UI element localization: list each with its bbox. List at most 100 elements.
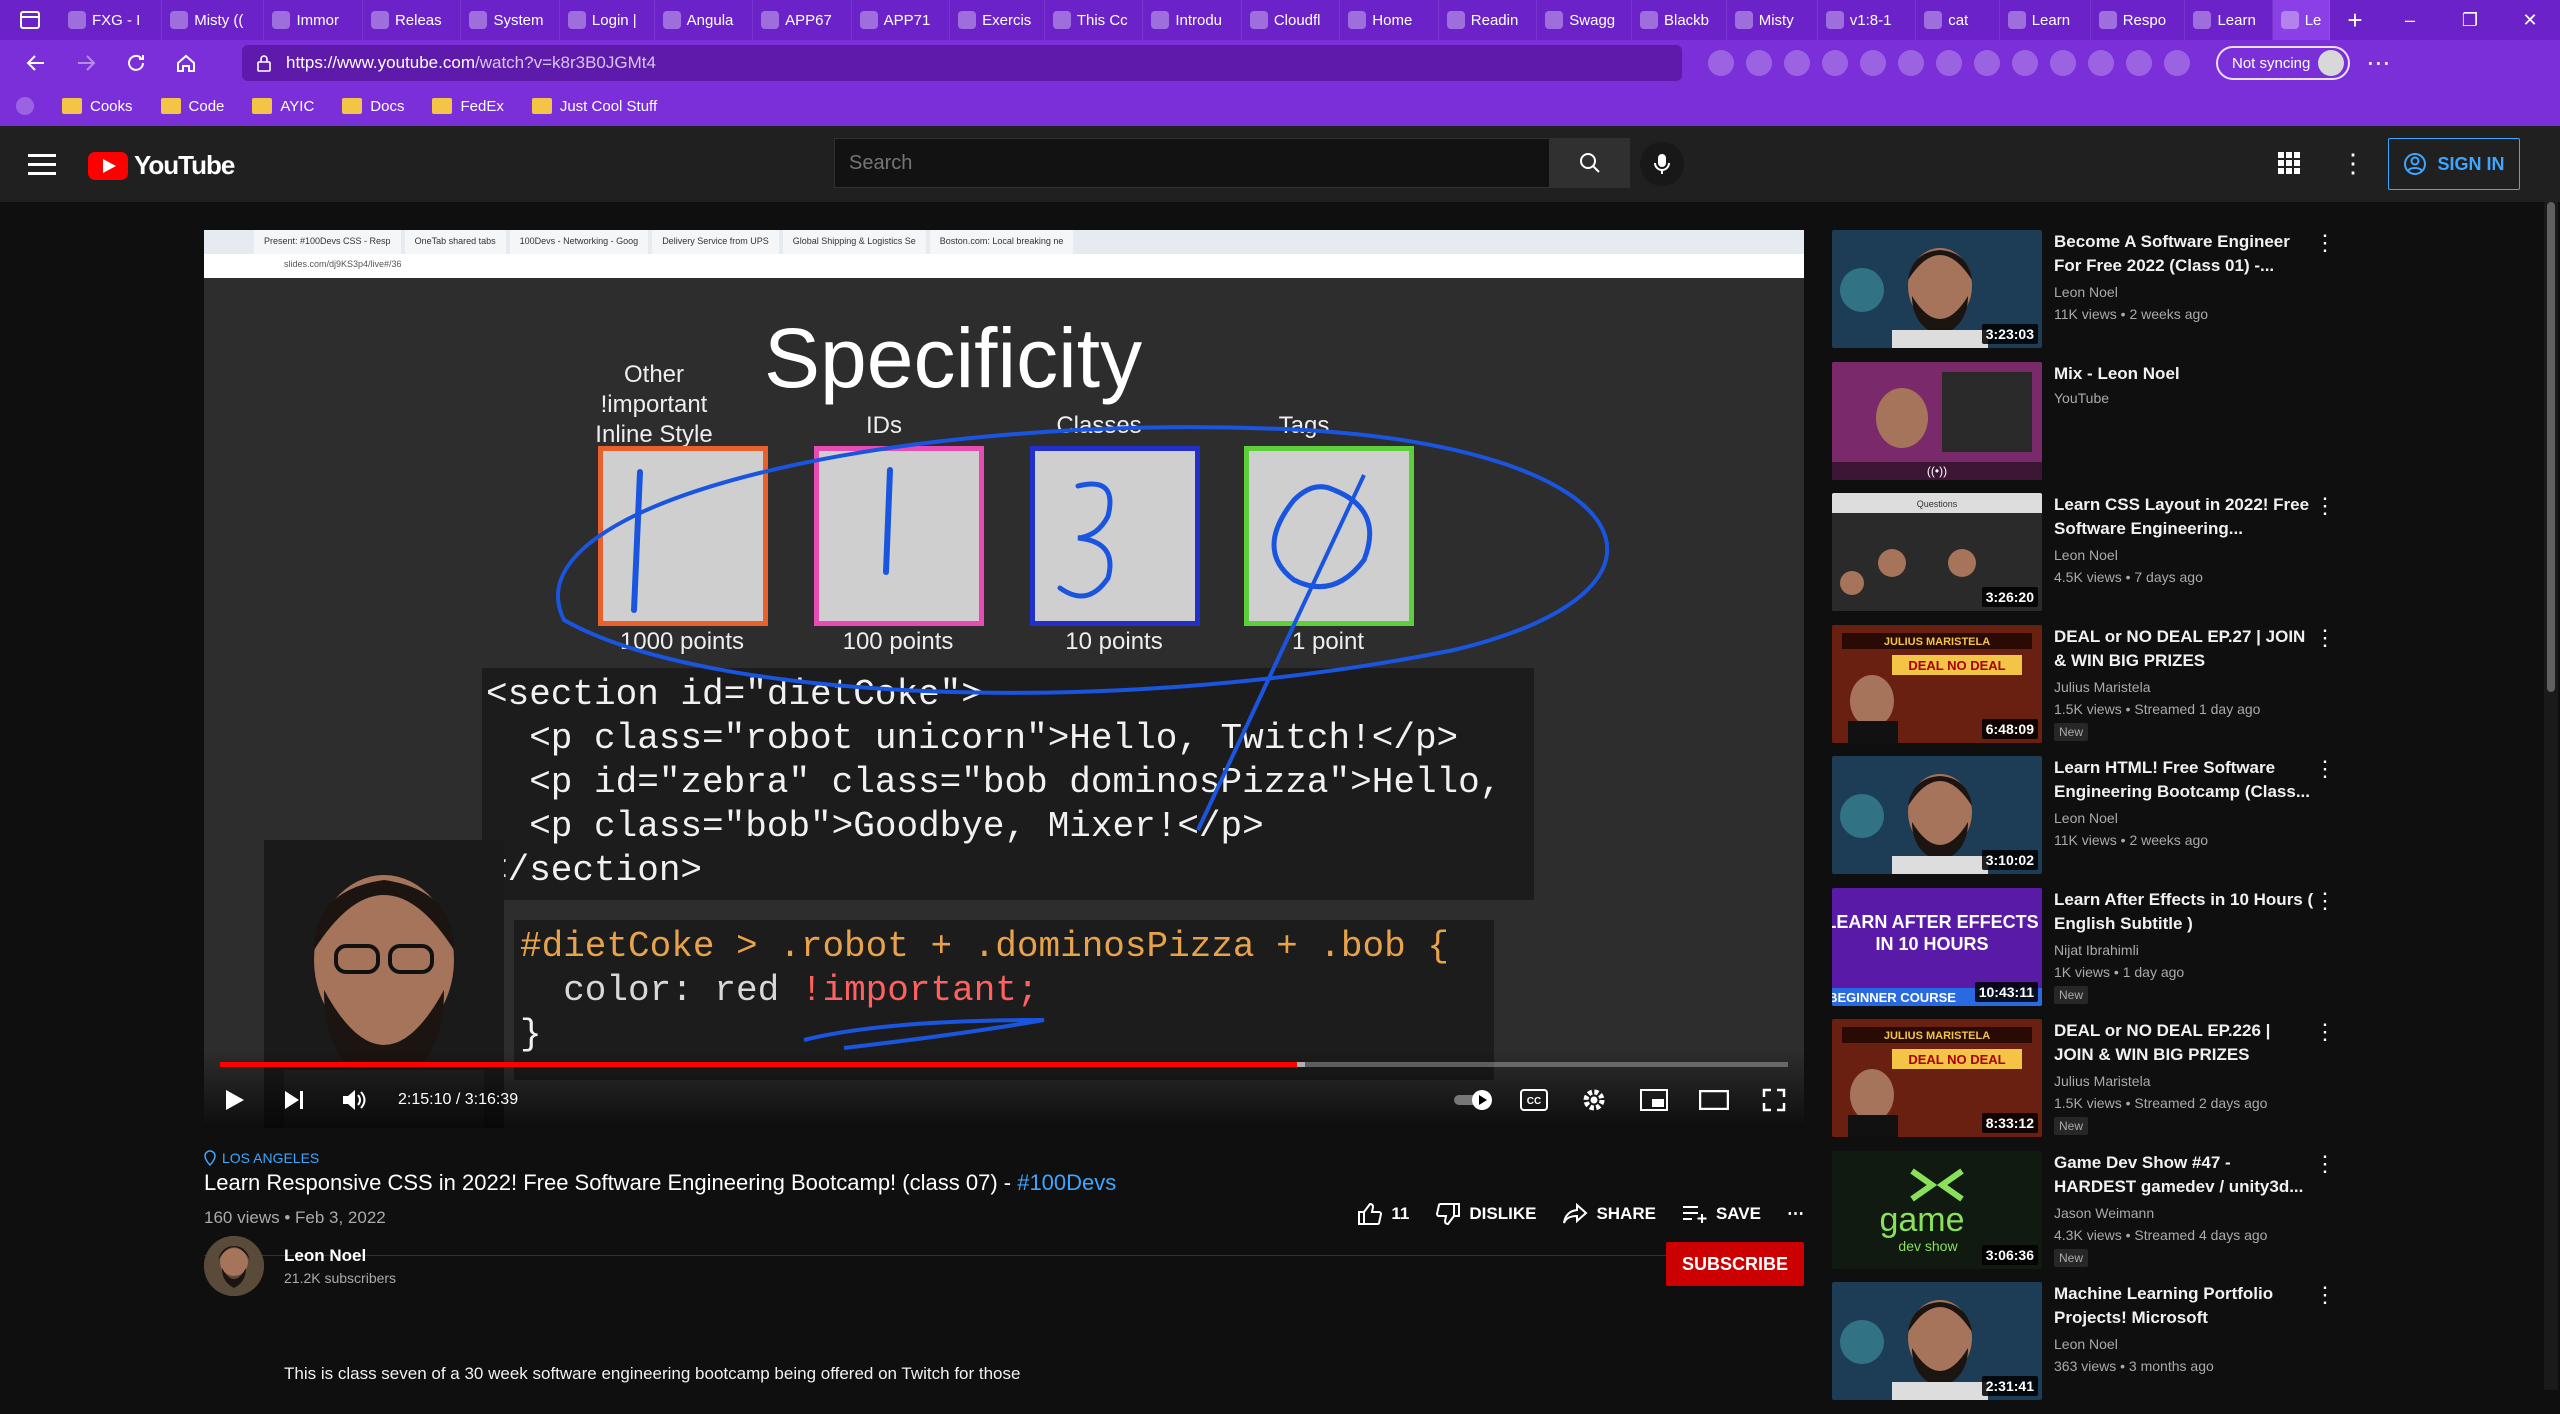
recommendation-title[interactable]: Become A Software Engineer For Free 2022… (2054, 230, 2314, 278)
volume-button[interactable] (324, 1072, 384, 1128)
search-input[interactable] (834, 138, 1550, 188)
maximize-button[interactable]: ❐ (2440, 0, 2500, 40)
search-button[interactable] (1550, 138, 1630, 188)
recommendation-thumbnail[interactable]: JULIUS MARISTELA DEAL NO DEAL 6:48:09 (1832, 624, 2042, 743)
profile-sync-button[interactable]: Not syncing (2216, 46, 2351, 80)
next-button[interactable] (264, 1072, 324, 1128)
settings-kebab-icon[interactable]: ⋮ (2340, 150, 2366, 176)
close-window-button[interactable]: ✕ (2500, 0, 2560, 40)
back-button[interactable] (14, 43, 58, 83)
more-actions-button[interactable]: ⋯ (1787, 1204, 1804, 1224)
browser-tab[interactable]: Misty (( (162, 0, 265, 40)
new-tab-button[interactable]: + (2330, 5, 2380, 36)
extension-icon[interactable] (1784, 50, 1810, 76)
collections-icon[interactable] (2164, 50, 2190, 76)
browser-tab[interactable]: Exercis (950, 0, 1045, 40)
channel-avatar[interactable] (204, 1236, 264, 1296)
extension-icon[interactable] (2012, 50, 2038, 76)
browser-tab[interactable]: APP71 (852, 0, 951, 40)
bookmark-folder[interactable]: Docs (342, 98, 404, 115)
recommendation-menu-icon[interactable]: ⋮ (2314, 888, 2336, 914)
captions-button[interactable]: CC (1504, 1072, 1564, 1128)
recommendation-item[interactable]: game dev show 3:06:36 Game Dev Show #47 - H… (1832, 1150, 2336, 1283)
recommendation-thumbnail[interactable]: game dev show 3:06:36 (1832, 1150, 2042, 1269)
recommendation-channel[interactable]: Julius Maristela (2054, 679, 2150, 695)
recommendation-title[interactable]: DEAL or NO DEAL EP.226 | JOIN & WIN BIG … (2054, 1019, 2314, 1067)
sign-in-button[interactable]: SIGN IN (2388, 138, 2520, 190)
recommendation-title[interactable]: Learn HTML! Free Software Engineering Bo… (2054, 756, 2314, 804)
extension-icon[interactable] (1822, 50, 1848, 76)
recommendation-title[interactable]: Learn After Effects in 10 Hours ( Englis… (2054, 888, 2314, 936)
refresh-button[interactable] (114, 43, 158, 83)
recommendation-menu-icon[interactable]: ⋮ (2314, 756, 2336, 782)
recommendation-menu-icon[interactable]: ⋮ (2314, 1282, 2336, 1308)
recommendation-channel[interactable]: Leon Noel (2054, 284, 2118, 300)
recommendation-item[interactable]: 2:31:41 Machine Learning Portfolio Projec… (1832, 1282, 2336, 1414)
browser-tab[interactable]: Immor (264, 0, 363, 40)
browser-tab[interactable]: cat (1916, 0, 2000, 40)
recommendation-thumbnail[interactable]: JULIUS MARISTELA DEAL NO DEAL 8:33:12 (1832, 1019, 2042, 1137)
video-hashtag[interactable]: #100Devs (1017, 1170, 1116, 1195)
favorite-star-icon[interactable] (1746, 50, 1772, 76)
recommendation-item[interactable]: JULIUS MARISTELA DEAL NO DEAL 8:33:12 DEAL … (1832, 1019, 2336, 1151)
extensions-puzzle-icon[interactable] (2088, 50, 2114, 76)
tab-actions-menu-icon[interactable] (0, 0, 60, 40)
browser-tab[interactable]: Learn (2185, 0, 2273, 40)
recommendation-channel[interactable]: Leon Noel (2054, 547, 2118, 563)
recommendation-menu-icon[interactable]: ⋮ (2314, 625, 2336, 651)
settings-more-button[interactable]: ⋯ (2356, 43, 2400, 83)
extension-icon[interactable] (1898, 50, 1924, 76)
recommendation-menu-icon[interactable]: ⋮ (2314, 493, 2336, 519)
share-button[interactable]: SHARE (1562, 1203, 1656, 1225)
recommendation-title[interactable]: Learn CSS Layout in 2022! Free Software … (2054, 493, 2314, 541)
dislike-button[interactable]: DISLIKE (1435, 1202, 1536, 1226)
home-button[interactable] (164, 43, 208, 83)
like-button[interactable]: 11 (1357, 1202, 1409, 1226)
browser-tab[interactable]: System (461, 0, 560, 40)
browser-tab[interactable]: Angula (655, 0, 754, 40)
recommendation-thumbnail[interactable]: 3:10:02 (1832, 756, 2042, 874)
extension-icon[interactable] (1936, 50, 1962, 76)
browser-tab[interactable]: Learn (2000, 0, 2091, 40)
reading-view-icon[interactable] (1708, 50, 1734, 76)
browser-tab[interactable]: Blackb (1632, 0, 1727, 40)
bookmark-globe[interactable] (16, 97, 34, 115)
bookmark-folder[interactable]: AYIC (252, 98, 314, 115)
recommendation-item[interactable]: ((•)) Mix - Leon Noel YouTube (1832, 361, 2332, 494)
extension-icon[interactable] (1860, 50, 1886, 76)
extension-icon[interactable] (1974, 50, 2000, 76)
recommendation-item[interactable]: 3:10:02 Learn HTML! Free Software Enginee… (1832, 756, 2336, 888)
recommendation-menu-icon[interactable]: ⋮ (2314, 1019, 2336, 1045)
browser-tab[interactable]: This Cc (1045, 0, 1144, 40)
forward-button[interactable] (64, 43, 108, 83)
browser-tab[interactable]: Home (1340, 0, 1439, 40)
youtube-logo[interactable]: YouTube (88, 150, 235, 181)
extension-icon[interactable] (2050, 50, 2076, 76)
browser-tab[interactable]: FXG - I (60, 0, 163, 40)
browser-tab[interactable]: Le✕ (2272, 0, 2330, 40)
video-player[interactable]: Present: #100Devs CSS - Resp OneTab share… (204, 230, 1804, 1128)
recommendation-channel[interactable]: Julius Maristela (2054, 1073, 2150, 1089)
recommendation-thumbnail[interactable]: ((•)) (1832, 361, 2042, 480)
hamburger-menu-icon[interactable] (28, 154, 56, 181)
browser-tab[interactable]: Misty (1727, 0, 1818, 40)
recommendation-item[interactable]: LEARN AFTER EFFECTS IN 10 HOURS BEGINNER C… (1832, 887, 2336, 1020)
browser-tab[interactable]: Readin (1439, 0, 1538, 40)
recommendation-title[interactable]: Machine Learning Portfolio Projects! Mic… (2054, 1282, 2314, 1330)
voice-search-button[interactable] (1640, 142, 1684, 186)
recommendation-title[interactable]: Mix - Leon Noel (2054, 362, 2314, 386)
subscribe-button[interactable]: SUBSCRIBE (1666, 1242, 1804, 1286)
bookmark-folder[interactable]: Just Cool Stuff (531, 98, 657, 115)
bookmark-folder[interactable]: Code (160, 98, 224, 115)
save-button[interactable]: SAVE (1682, 1204, 1761, 1224)
recommendation-item[interactable]: Questions 3:26:20 Learn CSS Layout in 2022… (1832, 493, 2336, 625)
bookmark-folder[interactable]: FedEx (432, 98, 504, 115)
recommendation-thumbnail[interactable]: Questions 3:26:20 (1832, 493, 2042, 611)
theater-mode-button[interactable] (1684, 1072, 1744, 1128)
video-location[interactable]: LOS ANGELES (204, 1150, 1804, 1166)
recommendation-item[interactable]: JULIUS MARISTELA DEAL NO DEAL 6:48:09 DEAL … (1832, 624, 2336, 757)
recommendation-channel[interactable]: Leon Noel (2054, 810, 2118, 826)
page-scrollbar[interactable] (2544, 202, 2558, 1390)
recommendation-title[interactable]: DEAL or NO DEAL EP.27 | JOIN & WIN BIG P… (2054, 625, 2314, 673)
browser-tab[interactable]: Cloudfl (1242, 0, 1341, 40)
